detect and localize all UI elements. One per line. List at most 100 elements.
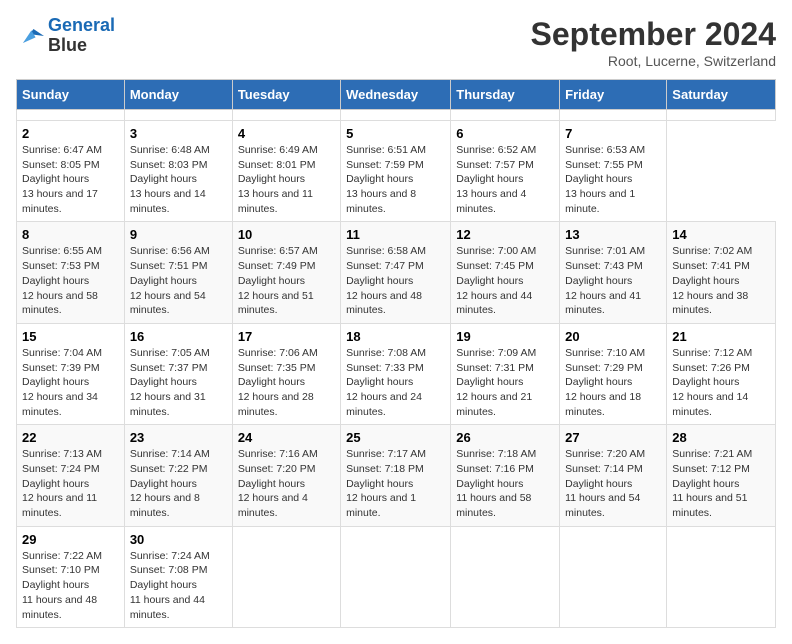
- calendar-cell: 30 Sunrise: 7:24 AMSunset: 7:08 PMDaylig…: [124, 526, 232, 627]
- logo-text: GeneralBlue: [48, 16, 115, 56]
- page-header: GeneralBlue September 2024 Root, Lucerne…: [16, 16, 776, 69]
- day-info: Sunrise: 7:10 AMSunset: 7:29 PMDaylight …: [565, 346, 661, 419]
- calendar-cell: 7 Sunrise: 6:53 AMSunset: 7:55 PMDayligh…: [560, 121, 667, 222]
- calendar-cell: 19 Sunrise: 7:09 AMSunset: 7:31 PMDaylig…: [451, 323, 560, 424]
- day-info: Sunrise: 6:57 AMSunset: 7:49 PMDaylight …: [238, 244, 335, 317]
- column-header-monday: Monday: [124, 80, 232, 110]
- calendar-cell: 26 Sunrise: 7:18 AMSunset: 7:16 PMDaylig…: [451, 425, 560, 526]
- calendar-cell: [232, 526, 340, 627]
- day-number: 2: [22, 126, 119, 141]
- calendar-cell: 11 Sunrise: 6:58 AMSunset: 7:47 PMDaylig…: [341, 222, 451, 323]
- day-info: Sunrise: 6:51 AMSunset: 7:59 PMDaylight …: [346, 143, 445, 216]
- calendar-cell: 12 Sunrise: 7:00 AMSunset: 7:45 PMDaylig…: [451, 222, 560, 323]
- day-number: 23: [130, 430, 227, 445]
- week-row-1: [17, 110, 776, 121]
- day-number: 29: [22, 532, 119, 547]
- calendar-cell: 22 Sunrise: 7:13 AMSunset: 7:24 PMDaylig…: [17, 425, 125, 526]
- day-info: Sunrise: 6:47 AMSunset: 8:05 PMDaylight …: [22, 143, 119, 216]
- week-row-2: 2 Sunrise: 6:47 AMSunset: 8:05 PMDayligh…: [17, 121, 776, 222]
- day-info: Sunrise: 7:08 AMSunset: 7:33 PMDaylight …: [346, 346, 445, 419]
- day-info: Sunrise: 6:56 AMSunset: 7:51 PMDaylight …: [130, 244, 227, 317]
- calendar-cell: [341, 526, 451, 627]
- column-header-tuesday: Tuesday: [232, 80, 340, 110]
- calendar-cell: 9 Sunrise: 6:56 AMSunset: 7:51 PMDayligh…: [124, 222, 232, 323]
- day-number: 9: [130, 227, 227, 242]
- column-header-wednesday: Wednesday: [341, 80, 451, 110]
- calendar-cell: 21 Sunrise: 7:12 AMSunset: 7:26 PMDaylig…: [667, 323, 776, 424]
- day-info: Sunrise: 6:52 AMSunset: 7:57 PMDaylight …: [456, 143, 554, 216]
- day-number: 5: [346, 126, 445, 141]
- day-number: 13: [565, 227, 661, 242]
- day-number: 15: [22, 329, 119, 344]
- calendar-cell: 18 Sunrise: 7:08 AMSunset: 7:33 PMDaylig…: [341, 323, 451, 424]
- calendar-table: SundayMondayTuesdayWednesdayThursdayFrid…: [16, 79, 776, 628]
- day-info: Sunrise: 7:14 AMSunset: 7:22 PMDaylight …: [130, 447, 227, 520]
- calendar-cell: 6 Sunrise: 6:52 AMSunset: 7:57 PMDayligh…: [451, 121, 560, 222]
- day-number: 18: [346, 329, 445, 344]
- calendar-cell: [232, 110, 340, 121]
- day-number: 3: [130, 126, 227, 141]
- calendar-cell: [341, 110, 451, 121]
- day-info: Sunrise: 7:04 AMSunset: 7:39 PMDaylight …: [22, 346, 119, 419]
- day-number: 6: [456, 126, 554, 141]
- day-info: Sunrise: 7:17 AMSunset: 7:18 PMDaylight …: [346, 447, 445, 520]
- calendar-cell: 10 Sunrise: 6:57 AMSunset: 7:49 PMDaylig…: [232, 222, 340, 323]
- calendar-cell: 13 Sunrise: 7:01 AMSunset: 7:43 PMDaylig…: [560, 222, 667, 323]
- day-info: Sunrise: 6:53 AMSunset: 7:55 PMDaylight …: [565, 143, 661, 216]
- calendar-cell: 24 Sunrise: 7:16 AMSunset: 7:20 PMDaylig…: [232, 425, 340, 526]
- calendar-cell: [124, 110, 232, 121]
- day-info: Sunrise: 6:55 AMSunset: 7:53 PMDaylight …: [22, 244, 119, 317]
- logo-icon: [16, 22, 44, 50]
- day-number: 12: [456, 227, 554, 242]
- week-row-4: 15 Sunrise: 7:04 AMSunset: 7:39 PMDaylig…: [17, 323, 776, 424]
- day-info: Sunrise: 7:18 AMSunset: 7:16 PMDaylight …: [456, 447, 554, 520]
- day-info: Sunrise: 7:05 AMSunset: 7:37 PMDaylight …: [130, 346, 227, 419]
- week-row-6: 29 Sunrise: 7:22 AMSunset: 7:10 PMDaylig…: [17, 526, 776, 627]
- location: Root, Lucerne, Switzerland: [531, 53, 776, 69]
- day-number: 30: [130, 532, 227, 547]
- calendar-cell: 25 Sunrise: 7:17 AMSunset: 7:18 PMDaylig…: [341, 425, 451, 526]
- calendar-cell: 3 Sunrise: 6:48 AMSunset: 8:03 PMDayligh…: [124, 121, 232, 222]
- day-info: Sunrise: 7:12 AMSunset: 7:26 PMDaylight …: [672, 346, 770, 419]
- day-number: 7: [565, 126, 661, 141]
- column-header-saturday: Saturday: [667, 80, 776, 110]
- month-title: September 2024: [531, 16, 776, 53]
- calendar-cell: 27 Sunrise: 7:20 AMSunset: 7:14 PMDaylig…: [560, 425, 667, 526]
- day-number: 8: [22, 227, 119, 242]
- calendar-cell: 20 Sunrise: 7:10 AMSunset: 7:29 PMDaylig…: [560, 323, 667, 424]
- calendar-cell: 28 Sunrise: 7:21 AMSunset: 7:12 PMDaylig…: [667, 425, 776, 526]
- column-header-thursday: Thursday: [451, 80, 560, 110]
- calendar-cell: [667, 110, 776, 121]
- day-info: Sunrise: 6:49 AMSunset: 8:01 PMDaylight …: [238, 143, 335, 216]
- day-info: Sunrise: 7:09 AMSunset: 7:31 PMDaylight …: [456, 346, 554, 419]
- day-info: Sunrise: 7:16 AMSunset: 7:20 PMDaylight …: [238, 447, 335, 520]
- calendar-cell: 2 Sunrise: 6:47 AMSunset: 8:05 PMDayligh…: [17, 121, 125, 222]
- calendar-cell: 16 Sunrise: 7:05 AMSunset: 7:37 PMDaylig…: [124, 323, 232, 424]
- day-number: 17: [238, 329, 335, 344]
- calendar-cell: 5 Sunrise: 6:51 AMSunset: 7:59 PMDayligh…: [341, 121, 451, 222]
- day-info: Sunrise: 7:22 AMSunset: 7:10 PMDaylight …: [22, 549, 119, 622]
- day-number: 4: [238, 126, 335, 141]
- calendar-cell: [560, 526, 667, 627]
- day-number: 20: [565, 329, 661, 344]
- day-info: Sunrise: 7:06 AMSunset: 7:35 PMDaylight …: [238, 346, 335, 419]
- logo: GeneralBlue: [16, 16, 115, 56]
- calendar-cell: [560, 110, 667, 121]
- calendar-cell: [451, 110, 560, 121]
- column-header-friday: Friday: [560, 80, 667, 110]
- day-number: 27: [565, 430, 661, 445]
- column-header-sunday: Sunday: [17, 80, 125, 110]
- day-number: 14: [672, 227, 770, 242]
- day-info: Sunrise: 7:20 AMSunset: 7:14 PMDaylight …: [565, 447, 661, 520]
- week-row-3: 8 Sunrise: 6:55 AMSunset: 7:53 PMDayligh…: [17, 222, 776, 323]
- day-number: 26: [456, 430, 554, 445]
- day-info: Sunrise: 7:13 AMSunset: 7:24 PMDaylight …: [22, 447, 119, 520]
- day-number: 19: [456, 329, 554, 344]
- week-row-5: 22 Sunrise: 7:13 AMSunset: 7:24 PMDaylig…: [17, 425, 776, 526]
- calendar-cell: 29 Sunrise: 7:22 AMSunset: 7:10 PMDaylig…: [17, 526, 125, 627]
- day-number: 10: [238, 227, 335, 242]
- day-number: 28: [672, 430, 770, 445]
- calendar-cell: [667, 526, 776, 627]
- calendar-cell: 15 Sunrise: 7:04 AMSunset: 7:39 PMDaylig…: [17, 323, 125, 424]
- calendar-cell: [17, 110, 125, 121]
